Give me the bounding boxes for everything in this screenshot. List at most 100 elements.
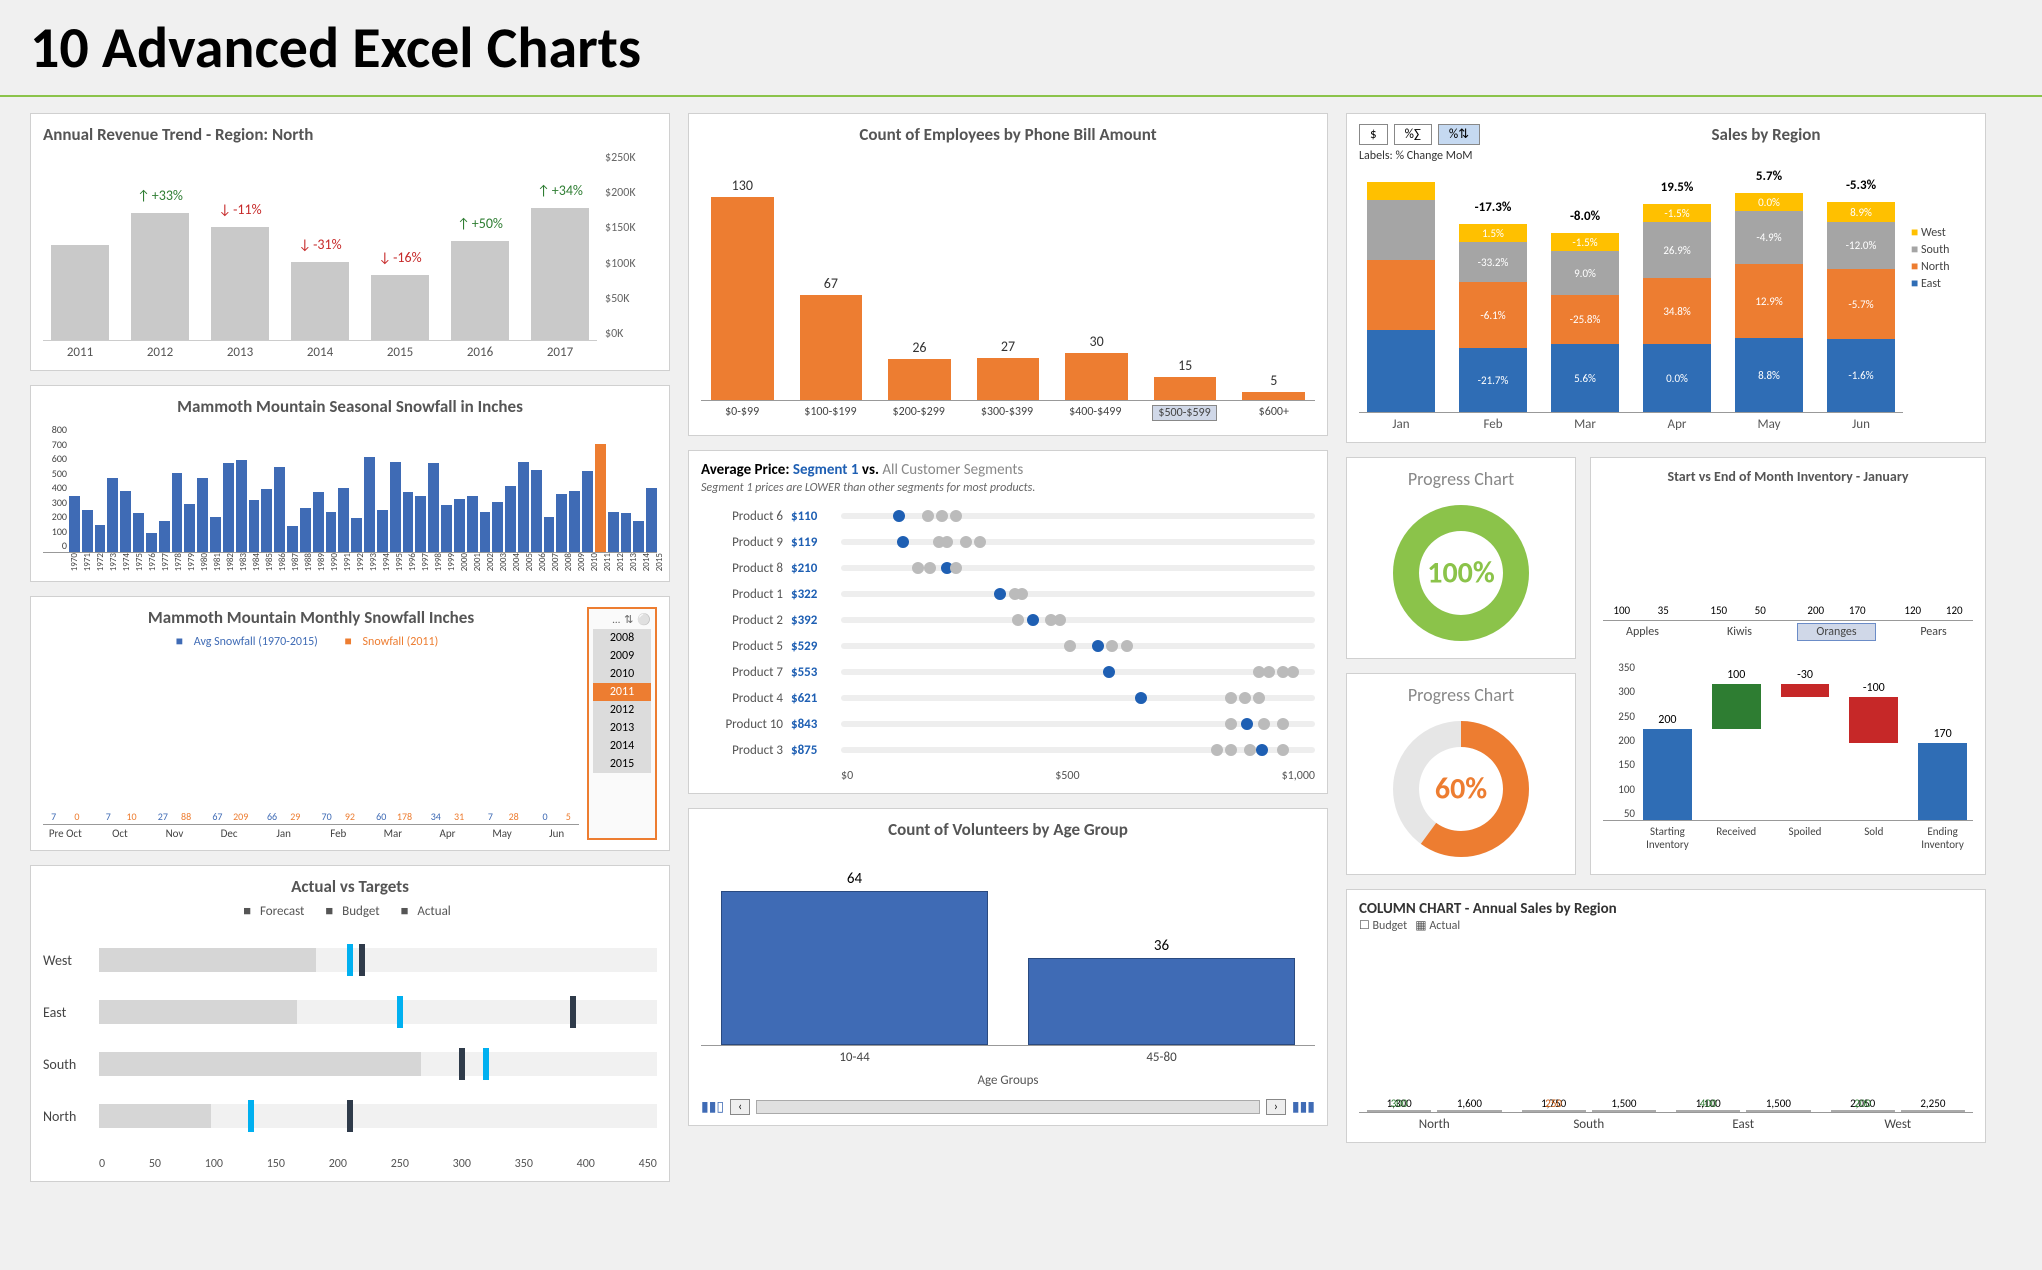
bar — [172, 473, 183, 552]
bin-label[interactable]: $200-$299 — [888, 405, 950, 421]
bar: 36 — [1028, 958, 1295, 1045]
bar — [236, 460, 247, 552]
bar — [480, 512, 491, 552]
toggle-pct-mom[interactable]: %⇅ — [1438, 124, 1480, 145]
progress-chart-2: Progress Chart 60% — [1346, 673, 1576, 875]
chart-sales-region: $ %∑ %⇅ Labels: % Change MoM Sales by Re… — [1346, 113, 1986, 443]
chart-title: Mammoth Mountain Monthly Snowfall Inches — [43, 607, 579, 628]
category-tab[interactable]: Kiwis — [1700, 623, 1779, 641]
legend: ■ Forecast ■ Budget ■ Actual — [43, 903, 657, 919]
legend: ■ West ■ South ■ North ■ East — [1903, 163, 1973, 413]
bar — [300, 508, 311, 552]
chart-subtitle: Segment 1 prices are LOWER than other se… — [701, 481, 1315, 495]
slicer-year[interactable]: 2011 — [593, 683, 651, 701]
slicer-sort-icon[interactable]: ⇅ — [624, 613, 633, 626]
progress-chart-1: Progress Chart 100% — [1346, 457, 1576, 659]
chart-title: Average Price: Segment 1 vs. All Custome… — [701, 461, 1315, 479]
bar — [274, 467, 285, 552]
chart-title: Actual vs Targets — [43, 876, 657, 897]
bar: 130 — [711, 197, 774, 400]
bar — [210, 517, 221, 552]
bar: ↑+33% — [131, 213, 189, 340]
year-slicer[interactable]: … ⇅ ⚪ 20082009201020112012201320142015 — [587, 607, 657, 840]
stacked-bar — [1367, 182, 1435, 412]
toggle-dollar[interactable]: $ — [1359, 124, 1388, 145]
bar — [313, 492, 324, 552]
bar — [390, 462, 401, 552]
chart-monthly-snowfall: Mammoth Mountain Monthly Snowfall Inches… — [30, 596, 670, 851]
bar — [492, 502, 503, 552]
chart-annual-sales: COLUMN CHART - Annual Sales by Region ☐ … — [1346, 889, 1986, 1143]
bin-label[interactable]: $0-$99 — [711, 405, 773, 421]
bin-label[interactable]: $400-$499 — [1064, 405, 1126, 421]
bar — [146, 533, 157, 552]
legend: ☐ Budget ▦ Actual — [1359, 918, 1973, 933]
bar — [518, 462, 529, 552]
chart-title: Count of Volunteers by Age Group — [701, 819, 1315, 840]
bin-label[interactable]: $300-$399 — [976, 405, 1038, 421]
bar — [69, 496, 80, 552]
bar — [441, 505, 452, 552]
bar: ↓-16% — [371, 275, 429, 341]
bar — [120, 491, 131, 552]
stacked-bar: 19.5% 0.0% 34.8% 26.9% -1.5% — [1643, 204, 1711, 412]
category-tab[interactable]: Oranges — [1797, 623, 1876, 641]
bar — [569, 491, 580, 552]
bar: 30 — [1065, 353, 1128, 400]
chart-title: Progress Chart — [1357, 684, 1565, 706]
bar — [326, 512, 337, 552]
bar — [261, 489, 272, 552]
chart-title: Sales by Region — [1559, 124, 1973, 157]
slicer-year[interactable]: 2015 — [593, 755, 651, 773]
bar — [428, 463, 439, 552]
slicer-year[interactable]: 2012 — [593, 701, 651, 719]
slicer-year[interactable]: 2009 — [593, 647, 651, 665]
bar: ↑+50% — [451, 241, 509, 340]
chart-inventory: Start vs End of Month Inventory - Januar… — [1590, 457, 1986, 875]
category-tab[interactable]: Pears — [1894, 623, 1973, 641]
stacked-bar: -5.3% -1.6% -5.7% -12.0% 8.9% — [1827, 202, 1895, 412]
bar — [531, 470, 542, 552]
bar — [82, 510, 93, 552]
chart-actual-vs-targets: Actual vs Targets ■ Forecast ■ Budget ■ … — [30, 865, 670, 1182]
slicer-year[interactable]: 2008 — [593, 629, 651, 647]
bin-label[interactable]: $500-$599 — [1152, 405, 1216, 421]
slicer-year[interactable]: 2014 — [593, 737, 651, 755]
bar — [364, 457, 375, 552]
bar — [159, 521, 170, 552]
bar — [351, 518, 362, 552]
bar: 27 — [977, 358, 1040, 400]
bar — [223, 463, 234, 552]
bar — [505, 486, 516, 552]
slicer-menu-icon[interactable]: … — [612, 613, 620, 626]
bin-label[interactable]: $100-$199 — [799, 405, 861, 421]
bar — [454, 499, 465, 552]
toggle-pct-total[interactable]: %∑ — [1394, 124, 1432, 145]
slider-next[interactable]: › — [1266, 1099, 1286, 1115]
bar — [249, 500, 260, 552]
slicer-year[interactable]: 2010 — [593, 665, 651, 683]
page-title: 10 Advanced Excel Charts — [0, 0, 2042, 97]
bar — [338, 488, 349, 553]
bar — [467, 496, 478, 552]
legend: ■ Avg Snowfall (1970-2015) ■ Snowfall (2… — [43, 634, 579, 649]
bin-label[interactable]: $600+ — [1243, 405, 1305, 421]
slicer-clear-icon[interactable]: ⚪ — [637, 613, 651, 626]
chart-title: COLUMN CHART - Annual Sales by Region — [1359, 900, 1973, 918]
slicer-year[interactable]: 2013 — [593, 719, 651, 737]
label-mode: Labels: % Change MoM — [1359, 149, 1559, 163]
bar — [595, 444, 606, 552]
slider-control[interactable]: ▮▮▯ ‹ › ▮▮▮ — [701, 1098, 1315, 1115]
slider-prev[interactable]: ‹ — [730, 1099, 750, 1115]
stacked-bar: -8.0% 5.6% -25.8% 9.0% -1.5% — [1551, 233, 1619, 412]
chart-title: Start vs End of Month Inventory - Januar… — [1603, 468, 1973, 485]
bar — [197, 478, 208, 552]
category-tab[interactable]: Apples — [1603, 623, 1682, 641]
bar — [403, 492, 414, 552]
bar — [608, 512, 619, 552]
chart-title: Count of Employees by Phone Bill Amount — [701, 124, 1315, 145]
bar — [377, 510, 388, 552]
stacked-bar: -17.3% -21.7% -6.1% -33.2% 1.5% — [1459, 224, 1527, 412]
bar: 26 — [888, 359, 951, 400]
bar: 15 — [1154, 377, 1217, 400]
